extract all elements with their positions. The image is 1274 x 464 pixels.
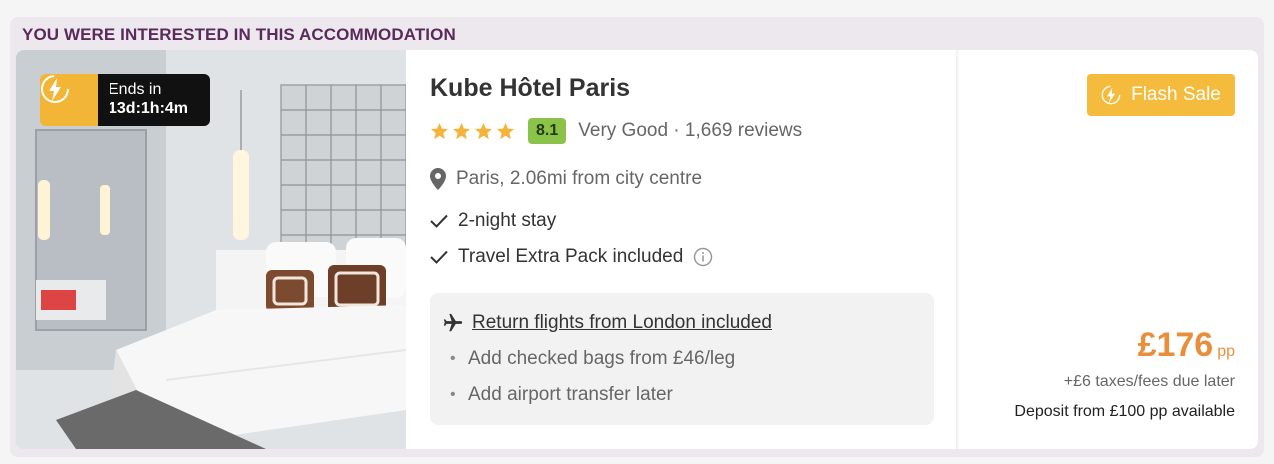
taxes-note: +£6 taxes/fees due later — [1063, 373, 1235, 390]
rating-row: 8.1 Very Good · 1,669 reviews — [430, 118, 802, 144]
hotel-photo[interactable]: Ends in 13d:1h:4m — [16, 50, 406, 449]
countdown-badge: Ends in 13d:1h:4m — [40, 74, 210, 126]
star-rating — [430, 122, 515, 141]
plane-icon — [443, 313, 463, 332]
info-icon[interactable] — [693, 247, 713, 267]
hotel-card[interactable]: Ends in 13d:1h:4m Kube Hôtel Paris 8.1 V… — [16, 50, 1258, 449]
feature-label: Travel Extra Pack included — [458, 246, 684, 267]
flash-bolt-icon — [40, 74, 110, 126]
flash-sale-badge: Flash Sale — [1087, 74, 1235, 116]
countdown-label: Ends in — [108, 81, 162, 98]
feature-label: 2-night stay — [458, 210, 557, 231]
recommendation-panel: YOU WERE INTERESTED IN THIS ACCOMMODATIO… — [10, 17, 1264, 457]
check-icon — [430, 214, 448, 228]
hotel-details: Kube Hôtel Paris 8.1 Very Good · 1,669 r… — [430, 50, 960, 449]
flight-extra-item: • Add checked bags from £46/leg — [442, 348, 735, 370]
flash-bolt-icon — [1101, 85, 1121, 105]
star-icon — [496, 122, 515, 139]
feature-item: 2-night stay — [430, 210, 556, 232]
location-text: Paris, 2.06mi from city centre — [456, 168, 703, 189]
countdown-value: 13d:1h:4m — [108, 100, 189, 117]
star-icon — [430, 122, 449, 139]
price: £176 pp — [1138, 326, 1235, 365]
flights-included-link[interactable]: Return flights from London included — [472, 312, 772, 334]
flight-info-box: Return flights from London included • Ad… — [430, 293, 934, 425]
star-icon — [452, 122, 471, 139]
bullet-icon: • — [450, 350, 456, 367]
rating-text[interactable]: Very Good · 1,669 reviews — [578, 120, 802, 142]
column-divider — [956, 50, 959, 449]
flash-sale-label: Flash Sale — [1131, 84, 1221, 105]
hotel-name[interactable]: Kube Hôtel Paris — [430, 74, 630, 103]
flight-extra-label: Add checked bags from £46/leg — [468, 348, 736, 369]
star-icon — [474, 122, 493, 139]
price-amount: £176 — [1137, 326, 1214, 364]
flight-extra-label: Add airport transfer later — [468, 384, 673, 405]
location: Paris, 2.06mi from city centre — [430, 168, 702, 190]
review-score-badge: 8.1 — [528, 118, 567, 144]
price-unit: pp — [1217, 343, 1235, 360]
flight-extra-item: • Add airport transfer later — [442, 384, 673, 406]
deposit-note: Deposit from £100 pp available — [1014, 403, 1235, 420]
map-pin-icon — [430, 168, 446, 190]
flight-main-row: Return flights from London included — [442, 312, 772, 334]
bullet-icon: • — [450, 386, 456, 403]
section-heading: YOU WERE INTERESTED IN THIS ACCOMMODATIO… — [22, 25, 456, 44]
feature-item: Travel Extra Pack included — [430, 246, 713, 268]
check-icon — [430, 250, 448, 264]
